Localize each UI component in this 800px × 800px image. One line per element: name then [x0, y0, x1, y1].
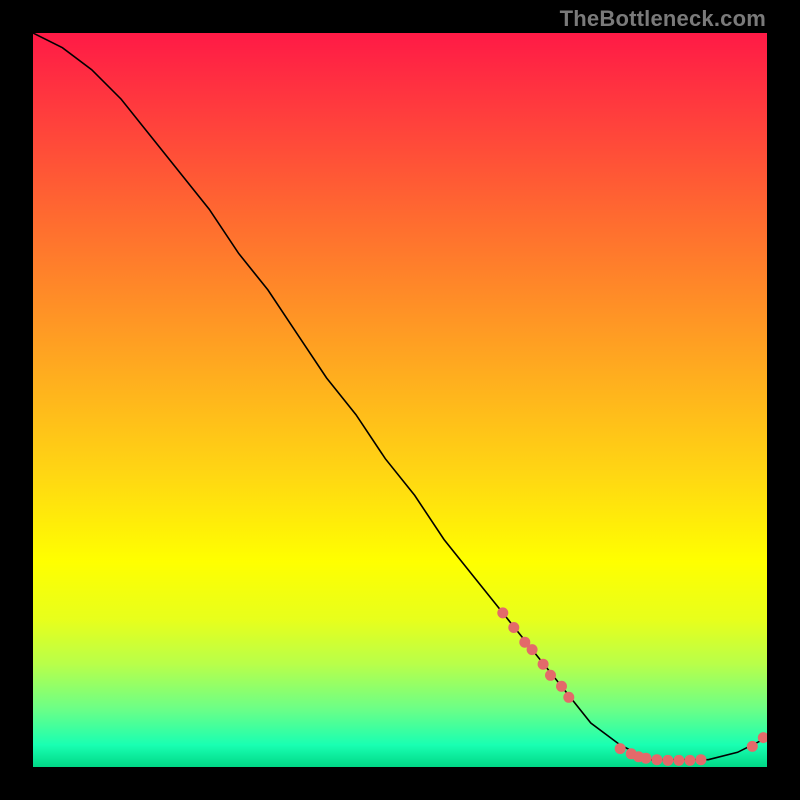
chart-stage: TheBottleneck.com: [0, 0, 800, 800]
watermark-text: TheBottleneck.com: [560, 6, 766, 32]
gradient-background: [33, 33, 767, 767]
